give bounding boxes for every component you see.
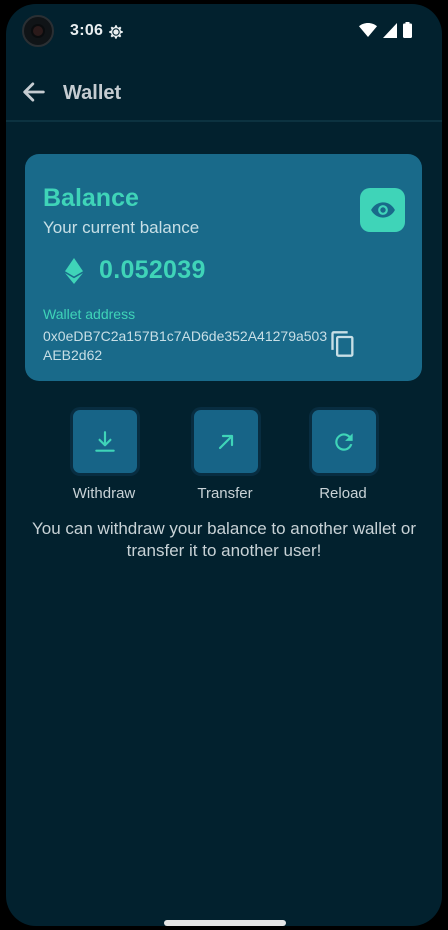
- info-message: You can withdraw your balance to another…: [32, 519, 416, 560]
- phone-frame: 3:06 Wallet Balance Your current balance…: [0, 0, 448, 930]
- withdraw-button[interactable]: Withdraw: [54, 410, 154, 506]
- app-bar-divider: [6, 120, 442, 122]
- wifi-icon: [359, 23, 377, 37]
- balance-amount: 0.052039: [99, 256, 206, 284]
- wallet-address: 0x0eDB7C2a157B1c7AD6de352A41279a503AEB2d…: [43, 328, 328, 363]
- screen: 3:06 Wallet Balance Your current balance…: [6, 4, 442, 926]
- home-indicator[interactable]: [164, 920, 286, 926]
- toggle-visibility-button[interactable]: [360, 188, 405, 232]
- wallet-address-label: Wallet address: [43, 306, 136, 322]
- battery-icon: [403, 22, 412, 38]
- signal-icon: [383, 22, 397, 38]
- reload-tile[interactable]: [312, 410, 376, 473]
- copy-icon[interactable]: [329, 329, 357, 359]
- ethereum-icon: [65, 258, 83, 284]
- transfer-button[interactable]: Transfer: [175, 410, 275, 506]
- settings-gear-icon: [109, 25, 123, 39]
- reload-button[interactable]: Reload: [293, 410, 393, 506]
- balance-title: Balance: [43, 184, 139, 212]
- top-app-bar: Wallet: [6, 66, 442, 120]
- arrow-back-icon[interactable]: [20, 78, 48, 106]
- status-icons: [359, 22, 412, 38]
- arrow-up-right-icon: [218, 434, 234, 449]
- withdraw-tile[interactable]: [73, 410, 137, 473]
- withdraw-label: Withdraw: [72, 485, 136, 502]
- status-time: 3:06: [70, 22, 104, 39]
- camera-cutout: [22, 15, 54, 47]
- reload-label: Reload: [319, 485, 367, 502]
- balance-subtitle: Your current balance: [43, 218, 200, 237]
- transfer-label: Transfer: [197, 485, 253, 502]
- refresh-icon: [335, 432, 353, 451]
- balance-card: Balance Your current balance 0.052039 Wa…: [25, 154, 422, 381]
- transfer-tile[interactable]: [194, 410, 258, 473]
- eye-icon: [370, 202, 395, 218]
- page-title: Wallet: [63, 82, 122, 104]
- download-icon: [95, 430, 115, 452]
